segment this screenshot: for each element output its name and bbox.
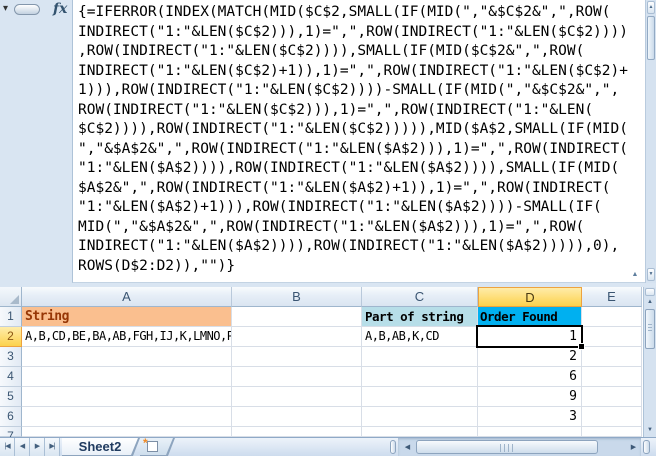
- formula-scroll-down-icon[interactable]: ▼: [647, 268, 655, 281]
- row-header-6[interactable]: 6: [0, 407, 22, 427]
- cell-c3[interactable]: [362, 347, 478, 367]
- insert-function-button[interactable]: fx: [53, 1, 67, 17]
- column-header-b[interactable]: B: [232, 287, 362, 307]
- worksheet-grid: A B C D E 1 String Part of string Order …: [0, 287, 643, 437]
- row-7-partial: 7: [0, 427, 643, 437]
- cell-c1[interactable]: Part of string: [362, 307, 478, 327]
- next-sheet-icon[interactable]: ▶: [30, 438, 45, 456]
- row-2: 2 A,B,CD,BE,BA,AB,FGH,IJ,K,LMNO,P A,B,AB…: [0, 327, 643, 347]
- cell-a2[interactable]: A,B,CD,BE,BA,AB,FGH,IJ,K,LMNO,P: [22, 327, 232, 347]
- formula-bar[interactable]: {=IFERROR(INDEX(MATCH(MID($C$2,SMALL(IF(…: [72, 0, 645, 283]
- formula-scroll-up-icon[interactable]: ▲: [647, 1, 655, 14]
- cell-b6[interactable]: [232, 407, 362, 427]
- column-header-d-selected[interactable]: D: [478, 287, 582, 307]
- cell-a4[interactable]: [22, 367, 232, 387]
- collapse-formula-bar-icon[interactable]: ▲: [628, 269, 642, 281]
- cell-e1[interactable]: [582, 307, 642, 327]
- cell-a1[interactable]: String: [22, 307, 232, 327]
- cell-b4[interactable]: [232, 367, 362, 387]
- cell-d2-active[interactable]: 1: [478, 327, 582, 347]
- vertical-split-handle[interactable]: [645, 288, 655, 296]
- cell-c5[interactable]: [362, 387, 478, 407]
- formula-bar-scrollbar[interactable]: ▲ ▼: [645, 0, 656, 283]
- sheet-tab-bar: |◀ ◀ ▶ ▶| Sheet2 * ◀ ▶: [0, 437, 656, 456]
- cell-c4[interactable]: [362, 367, 478, 387]
- horizontal-split-handle[interactable]: [643, 440, 650, 454]
- cell-d7[interactable]: [478, 427, 582, 437]
- column-header-e[interactable]: E: [582, 287, 642, 307]
- cell-d4[interactable]: 6: [478, 367, 582, 387]
- cell-b1[interactable]: [232, 307, 362, 327]
- cell-c7[interactable]: [362, 427, 478, 437]
- column-header-c[interactable]: C: [362, 287, 478, 307]
- cell-a5[interactable]: [22, 387, 232, 407]
- formula-scrollbar-thumb[interactable]: [647, 16, 655, 60]
- row-header-2-selected[interactable]: 2: [0, 327, 22, 347]
- row-5: 5 9: [0, 387, 643, 407]
- cell-b7[interactable]: [232, 427, 362, 437]
- row-4: 4 6: [0, 367, 643, 387]
- formula-input[interactable]: {=IFERROR(INDEX(MATCH(MID($C$2,SMALL(IF(…: [73, 0, 645, 276]
- cell-d5[interactable]: 9: [478, 387, 582, 407]
- row-1: 1 String Part of string Order Found: [0, 307, 643, 327]
- vertical-scrollbar-thumb[interactable]: [645, 309, 655, 349]
- vertical-scrollbar[interactable]: ▲ ▼: [643, 287, 656, 437]
- cell-c6[interactable]: [362, 407, 478, 427]
- scroll-left-icon[interactable]: ◀: [401, 438, 414, 456]
- cell-e5[interactable]: [582, 387, 642, 407]
- cell-a6[interactable]: [22, 407, 232, 427]
- formula-bar-region: ▾ fx {=IFERROR(INDEX(MATCH(MID($C$2,SMAL…: [0, 0, 656, 287]
- cell-d3[interactable]: 2: [478, 347, 582, 367]
- previous-sheet-icon[interactable]: ◀: [15, 438, 30, 456]
- select-all-corner[interactable]: [0, 287, 22, 307]
- row-header-4[interactable]: 4: [0, 367, 22, 387]
- scroll-right-icon[interactable]: ▶: [627, 438, 640, 456]
- cell-e3[interactable]: [582, 347, 642, 367]
- name-box-dropdown-icon[interactable]: ▾: [3, 3, 8, 14]
- formula-bar-divider-pill: [14, 4, 40, 15]
- insert-worksheet-icon: *: [147, 441, 158, 452]
- column-header-a[interactable]: A: [22, 287, 232, 307]
- cell-d6[interactable]: 3: [478, 407, 582, 427]
- scroll-up-icon[interactable]: ▲: [644, 299, 656, 305]
- horizontal-scrollbar-thumb[interactable]: [416, 440, 598, 454]
- cell-a3[interactable]: [22, 347, 232, 367]
- row-3: 3 2: [0, 347, 643, 367]
- scroll-down-icon[interactable]: ▼: [644, 427, 656, 433]
- row-header-3[interactable]: 3: [0, 347, 22, 367]
- tab-split-handle[interactable]: [390, 440, 396, 454]
- cell-d1[interactable]: Order Found: [478, 307, 582, 327]
- tab-navigation-buttons: |◀ ◀ ▶ ▶|: [0, 438, 60, 456]
- last-sheet-icon[interactable]: ▶|: [45, 438, 60, 456]
- tab-sheet2[interactable]: Sheet2: [62, 438, 138, 455]
- row-header-7[interactable]: 7: [0, 427, 22, 437]
- cell-b5[interactable]: [232, 387, 362, 407]
- cell-a7[interactable]: [22, 427, 232, 437]
- cell-b3[interactable]: [232, 347, 362, 367]
- cell-c2[interactable]: A,B,AB,K,CD: [362, 327, 478, 347]
- cell-b2[interactable]: [232, 327, 362, 347]
- row-6: 6 3: [0, 407, 643, 427]
- cell-e2[interactable]: [582, 327, 642, 347]
- excel-window: ▾ fx {=IFERROR(INDEX(MATCH(MID($C$2,SMAL…: [0, 0, 656, 456]
- row-header-1[interactable]: 1: [0, 307, 22, 327]
- row-header-5[interactable]: 5: [0, 387, 22, 407]
- cell-e6[interactable]: [582, 407, 642, 427]
- first-sheet-icon[interactable]: |◀: [0, 438, 15, 456]
- cell-e7[interactable]: [582, 427, 642, 437]
- cell-e4[interactable]: [582, 367, 642, 387]
- column-header-row: A B C D E: [0, 287, 643, 307]
